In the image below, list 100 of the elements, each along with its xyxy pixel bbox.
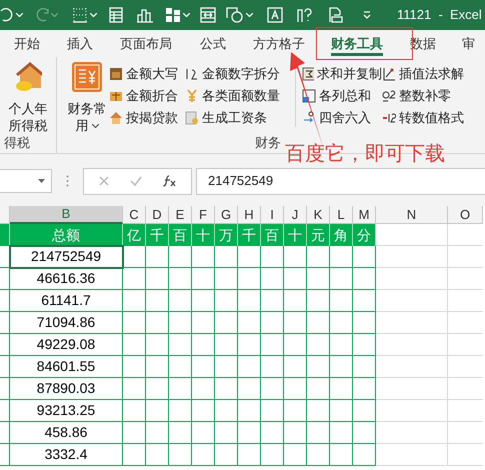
ribbon-button[interactable]: 金额折合	[109, 86, 185, 105]
table-cell	[215, 246, 238, 268]
table-cell	[307, 290, 330, 312]
ribbon-button[interactable]: 生成工资条	[185, 108, 295, 127]
table-cell	[146, 290, 169, 312]
table-cell	[192, 422, 215, 444]
undo-icon[interactable]	[0, 8, 14, 22]
caret-icon	[38, 179, 45, 183]
table-cell	[215, 444, 238, 466]
rounding-icon	[302, 110, 316, 124]
table-cell	[330, 356, 353, 378]
table-cell	[330, 268, 353, 290]
large-ribbon-button[interactable]: 财务常 用	[65, 62, 109, 134]
table-cell	[215, 334, 238, 356]
ribbon-button[interactable]: 整数补零	[382, 86, 474, 105]
shapes-icon[interactable]	[226, 7, 244, 23]
table-cell	[284, 334, 307, 356]
house-icon	[109, 110, 123, 124]
drag-handle-icon[interactable]	[66, 175, 69, 187]
ribbon-button[interactable]: 四舍六入	[302, 108, 382, 127]
ribbon-button[interactable]: 插值法求解	[382, 64, 474, 83]
column-header[interactable]: L	[330, 206, 353, 224]
table-cell	[353, 290, 376, 312]
table-header-cell	[0, 224, 10, 246]
text-box-icon[interactable]	[267, 7, 283, 23]
table-cell	[238, 334, 261, 356]
column-header[interactable]: G	[215, 206, 238, 224]
ribbon-button[interactable]: 金额大写	[109, 64, 185, 83]
table-cell	[146, 356, 169, 378]
customize-icon[interactable]	[363, 11, 371, 19]
ribbon-tab[interactable]: 开始	[14, 30, 40, 57]
table-cell	[353, 246, 376, 268]
table-cell	[215, 268, 238, 290]
column-header[interactable]: M	[353, 206, 376, 224]
table-cell	[0, 378, 10, 400]
table-cell	[192, 444, 215, 466]
table-cell	[284, 268, 307, 290]
ribbon-button[interactable]: 各列总和	[302, 86, 382, 105]
column-header[interactable]: I	[261, 206, 284, 224]
table-cell	[330, 334, 353, 356]
ribbon-tab[interactable]: 页面布局	[120, 30, 172, 57]
large-ribbon-button[interactable]: 个人年 所得税	[4, 62, 52, 134]
column-header[interactable]: C	[123, 206, 146, 224]
table-cell	[330, 312, 353, 334]
table-cell	[169, 422, 192, 444]
table-cell	[192, 400, 215, 422]
zero-pad-icon	[382, 88, 396, 102]
table-cell	[284, 290, 307, 312]
table-cell	[307, 246, 330, 268]
column-header[interactable]: F	[192, 206, 215, 224]
print-preview-icon[interactable]	[327, 7, 343, 23]
ribbon-button[interactable]: 按揭贷款	[109, 108, 185, 127]
column-header[interactable]: J	[284, 206, 307, 224]
table-icon[interactable]	[109, 7, 123, 23]
table-cell	[169, 400, 192, 422]
column-header[interactable]: D	[146, 206, 169, 224]
table-cell	[261, 444, 284, 466]
table-cell: 3332.4	[10, 444, 123, 466]
caret-icon[interactable]	[92, 124, 98, 128]
table-cell	[284, 378, 307, 400]
ribbon-button[interactable]: 转数值格式	[382, 108, 474, 127]
table-cell	[123, 444, 146, 466]
ribbon-button[interactable]: 金额数字拆分	[185, 64, 295, 83]
column-header[interactable]: O	[448, 206, 483, 224]
table-cell	[123, 246, 146, 268]
table-cell	[307, 268, 330, 290]
column-header[interactable]: B	[10, 206, 123, 224]
table-cell	[330, 444, 353, 466]
table-cell	[123, 268, 146, 290]
table-cell	[330, 422, 353, 444]
table-cell	[238, 400, 261, 422]
table-cell	[376, 400, 448, 422]
column-header[interactable]: N	[376, 206, 448, 224]
help-icon[interactable]	[297, 7, 313, 23]
table-cell	[307, 378, 330, 400]
column-header[interactable]: E	[169, 206, 192, 224]
merge-cells-icon[interactable]	[200, 7, 216, 23]
check-icon[interactable]	[130, 176, 142, 186]
column-header[interactable]: H	[238, 206, 261, 224]
column-header[interactable]: K	[307, 206, 330, 224]
grid-icon[interactable]	[165, 7, 181, 23]
table-cell	[307, 422, 330, 444]
ribbon-button[interactable]: 各类面额数量	[185, 86, 295, 105]
ribbon-button[interactable]: 求和并复制	[302, 64, 382, 83]
table-header-cell: 总额	[10, 224, 123, 246]
bar-chart-icon[interactable]	[137, 7, 153, 23]
table-cell	[284, 422, 307, 444]
function-icon[interactable]	[162, 175, 176, 187]
ribbon-tab[interactable]: 公式	[200, 30, 226, 57]
ribbon-tab[interactable]: 财务工具	[331, 30, 383, 57]
formula-input[interactable]: 214752549	[196, 168, 485, 194]
table-header-cell: 千	[238, 224, 261, 246]
ribbon-tab[interactable]: 方方格子	[253, 30, 305, 57]
ribbon-tab[interactable]: 审	[462, 30, 475, 57]
table-cell	[376, 378, 448, 400]
table-cell	[353, 444, 376, 466]
table-cell	[215, 290, 238, 312]
border-icon[interactable]	[72, 7, 88, 23]
table-cell	[123, 312, 146, 334]
ribbon-tab[interactable]: 插入	[67, 30, 93, 57]
